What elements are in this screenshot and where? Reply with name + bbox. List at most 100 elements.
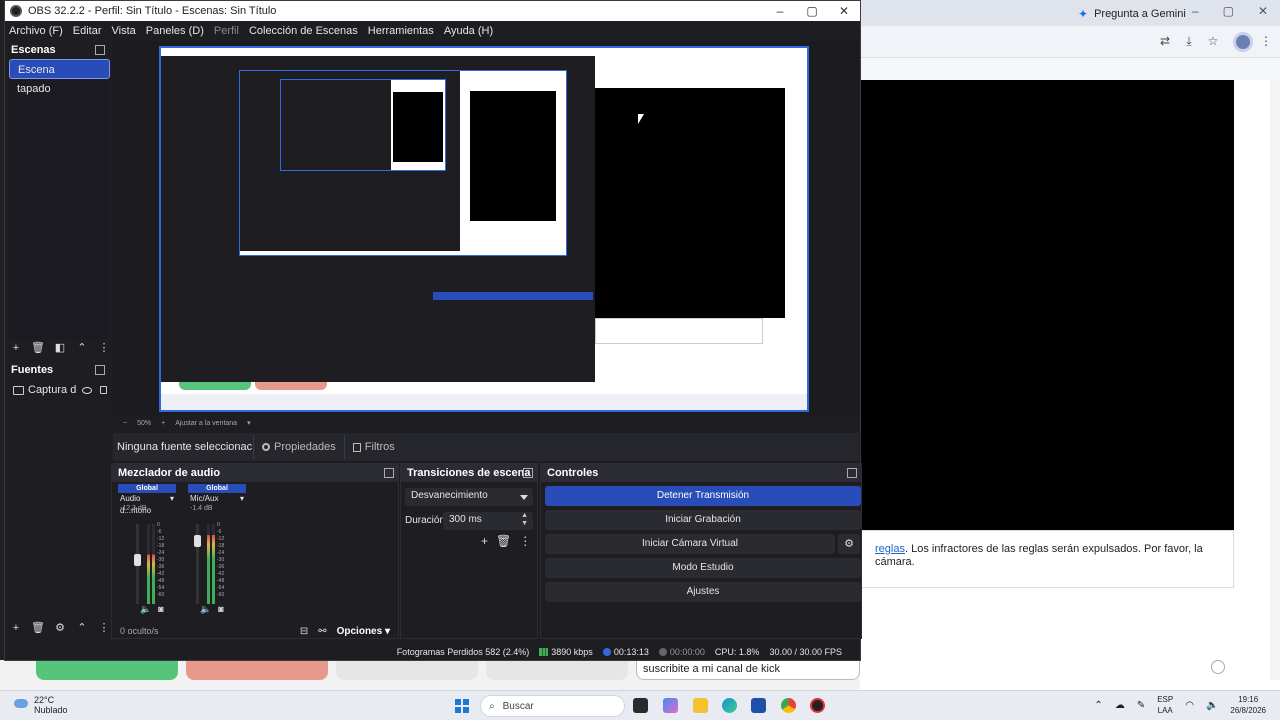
trash-icon[interactable]: 🗑 — [496, 534, 511, 548]
taskbar-search[interactable]: ⌕ Buscar — [480, 695, 625, 717]
chat-input[interactable]: suscribite a mi canal de kick — [636, 660, 860, 680]
close-icon[interactable]: ✕ — [828, 1, 860, 21]
lock-icon[interactable] — [100, 386, 108, 394]
weather-widget[interactable]: 22°C Nublado — [14, 695, 68, 715]
headphones-icon[interactable]: ◙ — [158, 604, 163, 615]
trash-icon[interactable]: 🗑 — [27, 339, 49, 357]
menu-paneles[interactable]: Paneles (D) — [146, 25, 204, 37]
mixer-toolbar: 0 oculto/s ⊟ ⚯ Opciones ▾ — [112, 624, 398, 638]
zoom-out-icon[interactable]: − — [123, 420, 127, 427]
add-icon[interactable]: + — [5, 619, 27, 637]
close-icon[interactable]: ✕ — [1258, 4, 1268, 18]
chevron-up-icon[interactable]: ⌃ — [1094, 700, 1102, 711]
chevron-down-icon[interactable]: ▾ — [170, 493, 174, 505]
menu-herramientas[interactable]: Herramientas — [368, 25, 434, 37]
scene-item[interactable]: Escena — [9, 59, 110, 79]
gear-icon[interactable]: ⚙ — [49, 619, 71, 637]
filters-button[interactable]: Filtros — [343, 435, 403, 459]
trash-icon[interactable]: 🗑 — [27, 619, 49, 637]
clock[interactable]: 19:16 26/8/2026 — [1230, 694, 1266, 716]
obs-taskbar-icon[interactable] — [810, 698, 825, 713]
minimize-icon[interactable]: – — [1192, 4, 1199, 18]
more-icon[interactable]: ⋮ — [519, 534, 531, 548]
more-icon[interactable]: ⋮ — [93, 339, 115, 357]
transition-select[interactable]: Desvanecimiento — [405, 488, 533, 506]
bookmark-star-icon[interactable]: ☆ — [1206, 34, 1220, 48]
edge-icon[interactable] — [722, 698, 737, 713]
scenes-toolbar: + 🗑 ◧ ⌃ ⋮ — [5, 339, 115, 357]
studio-mode-button[interactable]: Modo Estudio — [545, 558, 861, 578]
headphones-icon[interactable]: ◙ — [218, 604, 223, 615]
green-button[interactable] — [36, 660, 178, 680]
chevron-up-icon[interactable]: ⌃ — [71, 339, 93, 357]
menu-perfil[interactable]: Perfil — [214, 25, 239, 37]
translate-icon[interactable]: ⇄ — [1158, 34, 1172, 48]
undock-icon[interactable] — [95, 365, 105, 375]
filter-icon[interactable]: ◧ — [49, 339, 71, 357]
pen-icon[interactable]: ✎ — [1137, 700, 1145, 711]
profile-avatar[interactable] — [1233, 32, 1253, 52]
maximize-icon[interactable]: ▢ — [1223, 4, 1234, 18]
gray-button[interactable] — [336, 660, 478, 680]
windows-taskbar: 22°C Nublado ⌕ Buscar ⌃ ☁ ✎ ESP LAA ◠ 🔈 … — [0, 690, 1280, 720]
fader-handle[interactable] — [194, 535, 201, 548]
chevron-down-icon[interactable]: ▾ — [247, 419, 251, 427]
maximize-icon[interactable]: ▢ — [796, 1, 828, 21]
fader-handle[interactable] — [134, 554, 141, 567]
undock-icon[interactable] — [523, 468, 533, 478]
undock-icon[interactable] — [384, 468, 394, 478]
task-view-icon[interactable] — [633, 698, 648, 713]
windows-start-icon[interactable] — [455, 699, 469, 713]
preview-canvas[interactable] — [159, 46, 809, 412]
rules-link[interactable]: reglas — [875, 543, 905, 555]
channel-name[interactable]: Mic/Aux ▾ — [188, 493, 246, 505]
start-virtual-camera-button[interactable]: Iniciar Cámara Virtual — [545, 534, 835, 554]
chevron-down-icon[interactable]: ▾ — [240, 493, 244, 505]
chrome-icon[interactable] — [781, 698, 796, 713]
scene-item[interactable]: tapado — [9, 79, 110, 99]
properties-button[interactable]: Propiedades — [253, 435, 344, 459]
menu-vista[interactable]: Vista — [112, 25, 136, 37]
volume-icon[interactable]: 🔈 — [1206, 700, 1218, 711]
start-recording-button[interactable]: Iniciar Grabación — [545, 510, 861, 530]
speaker-icon[interactable]: 🔈 — [200, 604, 211, 615]
store-icon[interactable] — [751, 698, 766, 713]
spinner-icon[interactable]: ▲ ▼ — [521, 512, 528, 528]
options-button[interactable]: Opciones ▾ — [337, 626, 390, 637]
duration-input[interactable]: 300 ms ▲ ▼ — [443, 512, 533, 530]
source-item[interactable]: Captura d — [9, 381, 110, 399]
minimize-icon[interactable]: – — [764, 1, 796, 21]
virtual-camera-settings-gear-icon[interactable]: ⚙ — [838, 534, 860, 554]
channel-name[interactable]: Audio d...ritorio ▾ — [118, 493, 176, 515]
chevron-up-icon[interactable]: ⌃ — [71, 619, 93, 637]
wifi-icon[interactable]: ◠ — [1185, 700, 1194, 711]
menu-editar[interactable]: Editar — [73, 25, 102, 37]
red-button[interactable] — [186, 660, 328, 680]
source-toolbar: Ninguna fuente seleccionac Propiedades F… — [113, 433, 859, 461]
link-icon[interactable]: ⚯ — [318, 626, 326, 637]
layout-icon[interactable]: ⊟ — [300, 626, 308, 637]
menu-archivo[interactable]: Archivo (F) — [9, 25, 63, 37]
eye-icon[interactable] — [82, 386, 93, 394]
gray-button[interactable] — [486, 660, 628, 680]
settings-button[interactable]: Ajustes — [545, 582, 861, 602]
cloud-sync-icon[interactable]: ☁ — [1115, 700, 1125, 711]
file-explorer-icon[interactable] — [693, 698, 708, 713]
undock-icon[interactable] — [95, 45, 105, 55]
install-app-icon[interactable]: ⤓ — [1182, 34, 1196, 48]
menu-coleccion-escenas[interactable]: Colección de Escenas — [249, 25, 358, 37]
zoom-in-icon[interactable]: + — [161, 420, 165, 427]
copilot-icon[interactable] — [663, 698, 678, 713]
speaker-icon[interactable]: 🔈 — [140, 604, 151, 615]
page-scrollbar[interactable] — [1270, 80, 1280, 680]
add-icon[interactable]: + — [5, 339, 27, 357]
video-player[interactable] — [860, 80, 1234, 530]
zoom-fit-select[interactable]: Ajustar a la ventana — [175, 420, 237, 427]
language-indicator[interactable]: ESP LAA — [1157, 694, 1173, 716]
menu-dots-icon[interactable]: ⋮ — [1259, 34, 1273, 48]
add-icon[interactable]: + — [481, 534, 488, 548]
stop-streaming-button[interactable]: Detener Transmisión — [545, 486, 861, 506]
emoji-icon[interactable] — [1211, 660, 1225, 674]
undock-icon[interactable] — [847, 468, 857, 478]
menu-ayuda[interactable]: Ayuda (H) — [444, 25, 493, 37]
